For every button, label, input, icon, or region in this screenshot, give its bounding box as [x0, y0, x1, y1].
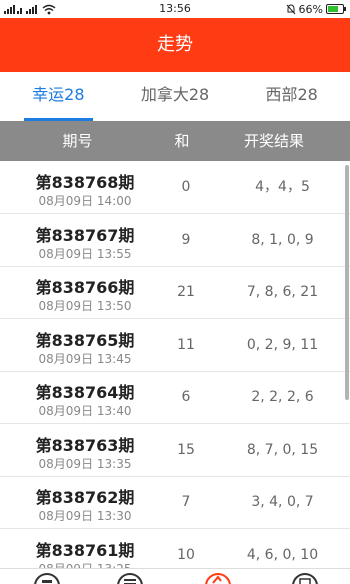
- draw-sum: 21: [177, 284, 195, 300]
- draw-sum: 9: [181, 232, 191, 248]
- column-header-sum: 和: [174, 132, 190, 150]
- home-icon[interactable]: [32, 571, 62, 584]
- period-number: 第838763期: [35, 436, 135, 455]
- period-number: 第838766期: [35, 278, 135, 297]
- table-row[interactable]: 第838764期 08月09日 13:40 6 2, 2, 2, 6: [0, 371, 350, 424]
- draw-time: 08月09日 13:30: [38, 509, 132, 523]
- table-row[interactable]: 第838765期 08月09日 13:45 11 0, 2, 9, 11: [0, 319, 350, 372]
- table-row[interactable]: 第838768期 08月09日 14:00 0 4，4，5: [0, 161, 350, 214]
- draw-list[interactable]: 第838768期 08月09日 14:00 0 4，4，5 第838767期 0…: [0, 161, 350, 583]
- period-number: 第838762期: [35, 488, 135, 507]
- table-row[interactable]: 第838766期 08月09日 13:50 21 7, 8, 6, 21: [0, 266, 350, 319]
- period-number: 第838765期: [35, 331, 135, 350]
- page-title: 走势: [0, 18, 350, 72]
- tab-canada28[interactable]: 加拿大28: [117, 72, 234, 121]
- column-header-period: 期号: [62, 132, 93, 150]
- trend-icon[interactable]: [203, 571, 233, 584]
- tab-lucky28[interactable]: 幸运28: [0, 72, 117, 121]
- draw-result: 2, 2, 2, 6: [251, 389, 314, 405]
- period-number: 第838764期: [35, 383, 135, 402]
- draw-sum: 11: [177, 337, 195, 353]
- table-row[interactable]: 第838763期 08月09日 13:35 15 8, 7, 0, 15: [0, 424, 350, 477]
- tab-west28[interactable]: 西部28: [233, 72, 350, 121]
- draw-time: 08月09日 13:50: [38, 299, 132, 313]
- status-right: 66%: [286, 2, 346, 16]
- status-bar: 13:56 66%: [0, 0, 350, 18]
- scrollbar[interactable]: [345, 165, 349, 400]
- period-number: 第838768期: [35, 173, 135, 192]
- draw-result: 8, 1, 0, 9: [251, 232, 314, 248]
- draw-sum: 0: [181, 179, 191, 195]
- draw-time: 08月09日 13:40: [38, 404, 132, 418]
- news-icon[interactable]: [290, 571, 320, 584]
- list-icon[interactable]: [115, 571, 145, 584]
- lottery-tabs: 幸运28 加拿大28 西部28: [0, 72, 350, 121]
- table-row[interactable]: 第838767期 08月09日 13:55 9 8, 1, 0, 9: [0, 214, 350, 267]
- table-row[interactable]: 第838762期 08月09日 13:30 7 3, 4, 0, 7: [0, 476, 350, 529]
- battery-percent: 66%: [298, 2, 323, 16]
- draw-result: 7, 8, 6, 21: [246, 284, 319, 300]
- column-header-result: 开奖结果: [243, 132, 304, 150]
- draw-sum: 15: [177, 442, 195, 458]
- table-header: 期号 和 开奖结果: [0, 121, 350, 161]
- battery-icon: [326, 4, 346, 14]
- draw-time: 08月09日 13:55: [38, 247, 132, 261]
- draw-sum: 6: [181, 389, 191, 405]
- draw-result: 4，4，5: [255, 179, 310, 195]
- draw-result: 3, 4, 0, 7: [251, 494, 314, 510]
- period-number: 第838761期: [35, 541, 135, 560]
- draw-time: 08月09日 14:00: [38, 194, 132, 208]
- mute-icon: [286, 3, 295, 14]
- draw-result: 8, 7, 0, 15: [246, 442, 319, 458]
- period-number: 第838767期: [35, 226, 135, 245]
- draw-result: 0, 2, 9, 11: [246, 337, 319, 353]
- draw-sum: 7: [181, 494, 191, 510]
- draw-time: 08月09日 13:35: [38, 457, 132, 471]
- draw-time: 08月09日 13:45: [38, 352, 132, 366]
- bottom-nav: [0, 568, 350, 584]
